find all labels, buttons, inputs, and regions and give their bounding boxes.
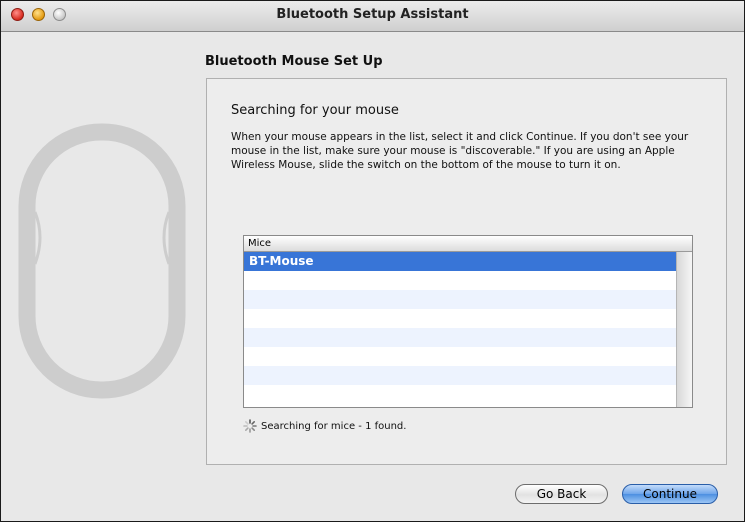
list-body: BT-Mouse [244,252,676,407]
section-title: Bluetooth Mouse Set Up [205,54,383,69]
empty-list-row [244,328,676,347]
empty-list-row [244,271,676,290]
mouse-illustration-icon [18,123,186,399]
empty-list-row [244,347,676,366]
instructions-text: When your mouse appears in the list, sel… [231,131,689,171]
empty-list-row [244,385,676,404]
empty-list-row [244,309,676,328]
spinner-icon [243,419,257,433]
panel-heading: Searching for your mouse [231,103,399,118]
title-bar[interactable]: Bluetooth Setup Assistant [1,1,744,32]
content-panel: Searching for your mouse When your mouse… [206,78,727,465]
window-title: Bluetooth Setup Assistant [276,7,469,22]
list-scrollbar[interactable] [676,252,692,407]
status-text: Searching for mice - 1 found. [261,421,407,432]
continue-button[interactable]: Continue [622,484,718,504]
mice-list[interactable]: Mice BT-Mouse [243,235,693,408]
setup-assistant-window: Bluetooth Setup Assistant Bluetooth Mous… [0,0,745,522]
list-item[interactable]: BT-Mouse [244,252,676,271]
list-column-header[interactable]: Mice [244,236,692,252]
empty-list-row [244,366,676,385]
go-back-button[interactable]: Go Back [515,484,608,504]
empty-list-row [244,290,676,309]
